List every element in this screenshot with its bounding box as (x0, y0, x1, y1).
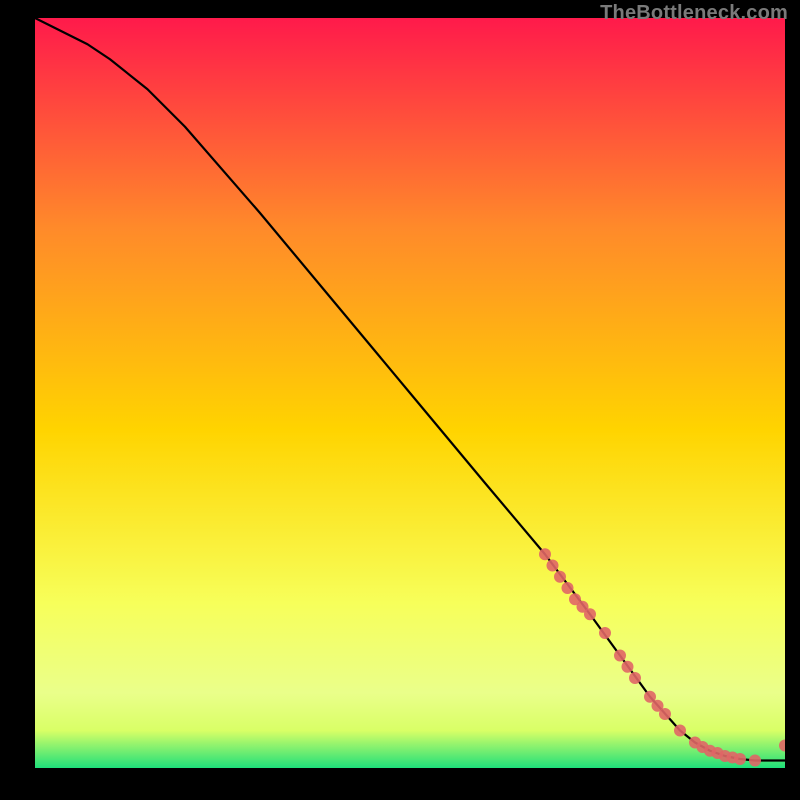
data-point (562, 582, 574, 594)
data-point (584, 608, 596, 620)
data-point (734, 753, 746, 765)
data-point (539, 548, 551, 560)
data-point (614, 650, 626, 662)
data-point (554, 571, 566, 583)
chart-svg (35, 18, 785, 768)
data-point (749, 755, 761, 767)
data-point (674, 725, 686, 737)
watermark-text: TheBottleneck.com (600, 2, 788, 25)
data-point (622, 661, 634, 673)
data-point (599, 627, 611, 639)
chart-stage: TheBottleneck.com (0, 0, 800, 800)
data-point (629, 672, 641, 684)
data-point (659, 708, 671, 720)
chart-plot (35, 18, 785, 768)
data-point (547, 560, 559, 572)
